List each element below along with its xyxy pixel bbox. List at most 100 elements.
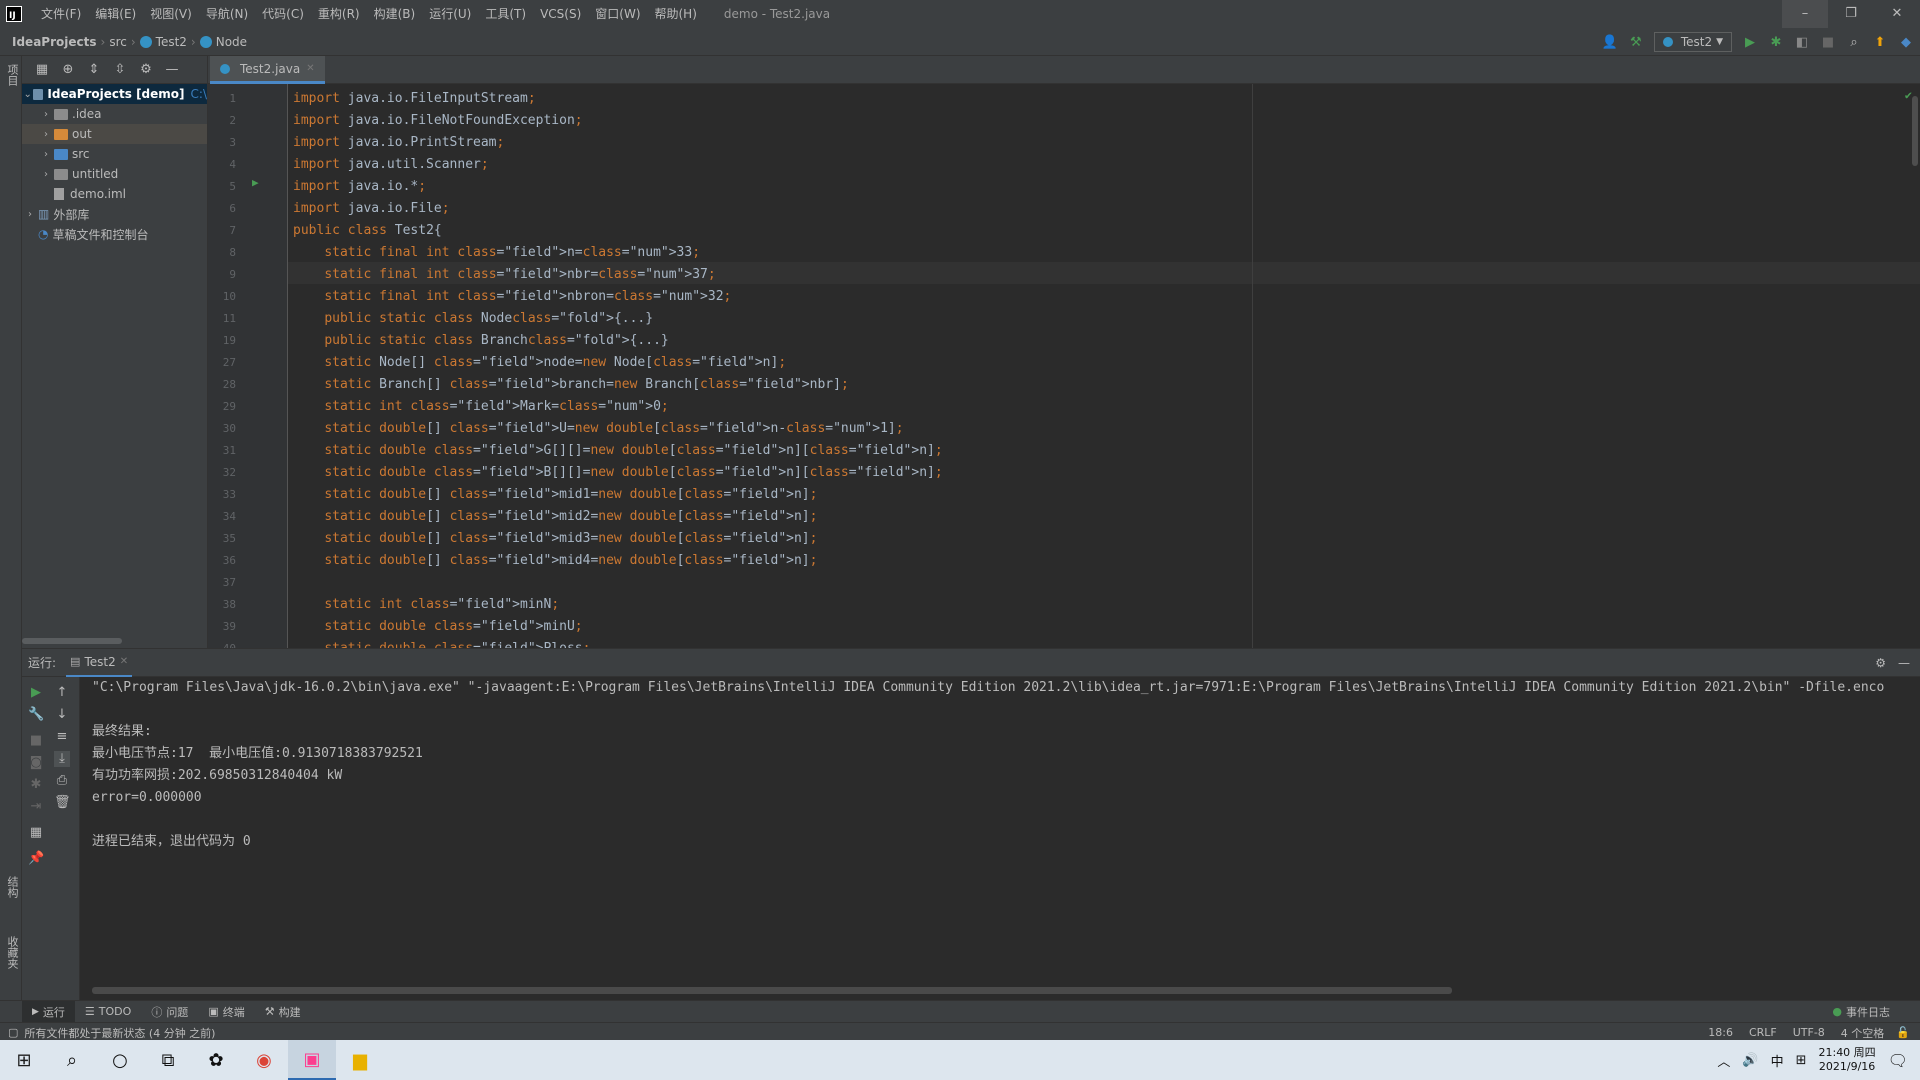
code-line[interactable]: static final int class="field">nbron=cla… xyxy=(293,286,731,308)
status-square-icon[interactable]: ▢ xyxy=(8,1026,18,1039)
run-gutter-icon[interactable]: ▶ xyxy=(252,176,259,189)
locate-icon[interactable]: ⊕ xyxy=(60,62,76,78)
update-icon[interactable]: ⬆ xyxy=(1872,34,1888,50)
code-line[interactable]: static int class="field">Mark=class="num… xyxy=(293,396,668,418)
rerun-icon[interactable]: ▶ xyxy=(28,685,44,701)
exit-icon[interactable]: ⇥ xyxy=(28,799,44,815)
project-scrollbar[interactable] xyxy=(22,638,122,644)
search-icon[interactable]: ⌕ xyxy=(48,1040,96,1080)
menu-view[interactable]: 视图(V) xyxy=(143,0,199,28)
menu-vcs[interactable]: VCS(S) xyxy=(533,0,588,28)
tool-tab-terminal[interactable]: ▣ 终端 xyxy=(198,1001,254,1023)
tool-tab-problems[interactable]: ⓘ 问题 xyxy=(141,1001,198,1023)
print-icon[interactable]: ⎙ xyxy=(54,773,70,789)
code-line[interactable]: public static class Nodeclass="fold">{..… xyxy=(293,308,653,330)
scroll-to-end-icon[interactable]: ⤓ xyxy=(54,751,70,767)
indent-setting[interactable]: 4 个空格 xyxy=(1841,1025,1885,1041)
menu-file[interactable]: 文件(F) xyxy=(34,0,88,28)
breadcrumb-node[interactable]: Node xyxy=(216,35,247,49)
tree-item-external-libraries[interactable]: › ▥ 外部库 xyxy=(22,204,207,224)
lock-icon[interactable]: 🔓 xyxy=(1896,1026,1910,1039)
ime-indicator[interactable]: 中 xyxy=(1771,1051,1784,1070)
event-log-button[interactable]: ● 事件日志 xyxy=(1822,1001,1900,1023)
chevron-up-icon[interactable]: ︿ xyxy=(1717,1051,1730,1070)
trash-icon[interactable]: 🗑 xyxy=(54,795,71,811)
code-line[interactable]: static double[] class="field">mid3=new d… xyxy=(293,528,817,550)
code-line[interactable]: static Node[] class="field">node=new Nod… xyxy=(293,352,786,374)
structure-tool-label[interactable]: 结构 xyxy=(4,876,20,898)
soft-wrap-icon[interactable]: ≡ xyxy=(54,729,70,745)
tool-tab-run[interactable]: ▶ 运行 xyxy=(22,1000,75,1023)
hide-icon[interactable]: — xyxy=(164,62,180,78)
code-editor[interactable]: 1 2 3 4 5 6 7 8 9 10 11 19 27 28 29 30 31 32 33 34 35 36 37 38 3… xyxy=(208,84,1920,648)
code-line[interactable]: static final int class="field">nbr=class… xyxy=(293,264,715,286)
minimize-button[interactable]: – xyxy=(1782,0,1828,28)
console-output[interactable]: "C:\Program Files\Java\jdk-16.0.2\bin\ja… xyxy=(92,677,1920,977)
chrome-icon[interactable]: ◉ xyxy=(240,1040,288,1080)
chevron-down-icon[interactable]: ⌄ xyxy=(22,89,33,100)
restore-button[interactable]: ❐ xyxy=(1828,0,1874,28)
gear-icon[interactable]: ⚙ xyxy=(138,62,154,78)
caret-position[interactable]: 18:6 xyxy=(1708,1026,1733,1039)
app-icon[interactable]: ✿ xyxy=(192,1040,240,1080)
plugin-icon[interactable]: ◆ xyxy=(1898,34,1914,50)
code-line[interactable]: import java.io.FileNotFoundException; xyxy=(293,110,583,132)
code-line[interactable]: import java.util.Scanner; xyxy=(293,154,489,176)
expand-all-icon[interactable]: ⇕ xyxy=(86,62,102,78)
code-line[interactable]: static double class="field">minU; xyxy=(293,616,582,638)
tree-item-idea[interactable]: › .idea xyxy=(22,104,207,124)
task-view-icon[interactable]: ⧉ xyxy=(144,1040,192,1080)
chevron-right-icon[interactable]: › xyxy=(38,129,54,140)
tab-test2-java[interactable]: Test2.java ✕ xyxy=(210,56,325,84)
close-icon[interactable]: ✕ xyxy=(120,656,128,667)
code-line[interactable]: static Branch[] class="field">branch=new… xyxy=(293,374,848,396)
pin-icon[interactable]: 📌 xyxy=(28,851,44,867)
build-hammer-icon[interactable]: ⚒ xyxy=(1628,34,1644,50)
close-button[interactable]: ✕ xyxy=(1874,0,1920,28)
menu-window[interactable]: 窗口(W) xyxy=(588,0,647,28)
tool-tab-todo[interactable]: ☰ TODO xyxy=(75,1001,141,1023)
stop-icon[interactable]: ■ xyxy=(1820,34,1836,50)
code-line[interactable]: import java.io.FileInputStream; xyxy=(293,88,536,110)
code-line[interactable]: import java.io.File; xyxy=(293,198,450,220)
collapse-all-icon[interactable]: ⇳ xyxy=(112,62,128,78)
debug-icon[interactable]: ✱ xyxy=(28,777,44,793)
menu-run[interactable]: 运行(U) xyxy=(422,0,478,28)
code-line[interactable]: static double[] class="field">mid2=new d… xyxy=(293,506,817,528)
camera-icon[interactable]: ◙ xyxy=(28,755,44,771)
menu-edit[interactable]: 编辑(E) xyxy=(88,0,143,28)
favorites-tool-label[interactable]: 收藏夹 xyxy=(4,936,20,969)
clock[interactable]: 21:40 周四 2021/9/16 xyxy=(1818,1046,1875,1074)
close-icon[interactable]: ✕ xyxy=(306,63,314,74)
code-line[interactable]: public class Test2{ xyxy=(293,220,442,242)
notification-icon[interactable]: 🗨 xyxy=(1888,1051,1908,1070)
keyboard-icon[interactable]: ⊞ xyxy=(1796,1053,1807,1068)
tree-item-scratches[interactable]: ◔ 草稿文件和控制台 xyxy=(22,224,207,244)
code-line[interactable]: import java.io.PrintStream; xyxy=(293,132,504,154)
code-line[interactable]: static final int class="field">n=class="… xyxy=(293,242,700,264)
run-tab[interactable]: ▤ Test2 ✕ xyxy=(66,649,133,677)
tree-item-demo-iml[interactable]: demo.iml xyxy=(22,184,207,204)
code-line[interactable]: static double[] class="field">mid1=new d… xyxy=(293,484,817,506)
intellij-logo-icon[interactable]: IJ xyxy=(0,0,28,28)
chevron-right-icon[interactable]: › xyxy=(22,209,38,220)
search-icon[interactable]: ⌕ xyxy=(1846,34,1862,50)
project-view-icon[interactable]: ▦ xyxy=(34,62,50,78)
tree-item-src[interactable]: › src xyxy=(22,144,207,164)
console-horizontal-scrollbar[interactable] xyxy=(92,987,1452,994)
chevron-right-icon[interactable]: › xyxy=(38,149,54,160)
code-line[interactable]: public static class Branchclass="fold">{… xyxy=(293,330,668,352)
editor-scrollbar[interactable] xyxy=(1912,96,1918,166)
breadcrumb-src[interactable]: src xyxy=(109,35,127,49)
code-line[interactable]: static double class="field">B[][]=new do… xyxy=(293,462,942,484)
file-explorer-icon[interactable]: ▆ xyxy=(336,1040,384,1080)
code-line[interactable]: static double[] class="field">mid4=new d… xyxy=(293,550,817,572)
project-tool-label[interactable]: 项目 xyxy=(4,64,20,86)
tree-item-untitled[interactable]: › untitled xyxy=(22,164,207,184)
user-icon[interactable]: 👤 xyxy=(1602,34,1618,50)
breadcrumb-class[interactable]: Test2 xyxy=(156,35,187,49)
menu-tools[interactable]: 工具(T) xyxy=(478,0,533,28)
menu-navigate[interactable]: 导航(N) xyxy=(199,0,255,28)
tree-item-project-root[interactable]: ⌄ IdeaProjects [demo] C:\ xyxy=(22,84,207,104)
code-line[interactable]: static double class="field">G[][]=new do… xyxy=(293,440,942,462)
